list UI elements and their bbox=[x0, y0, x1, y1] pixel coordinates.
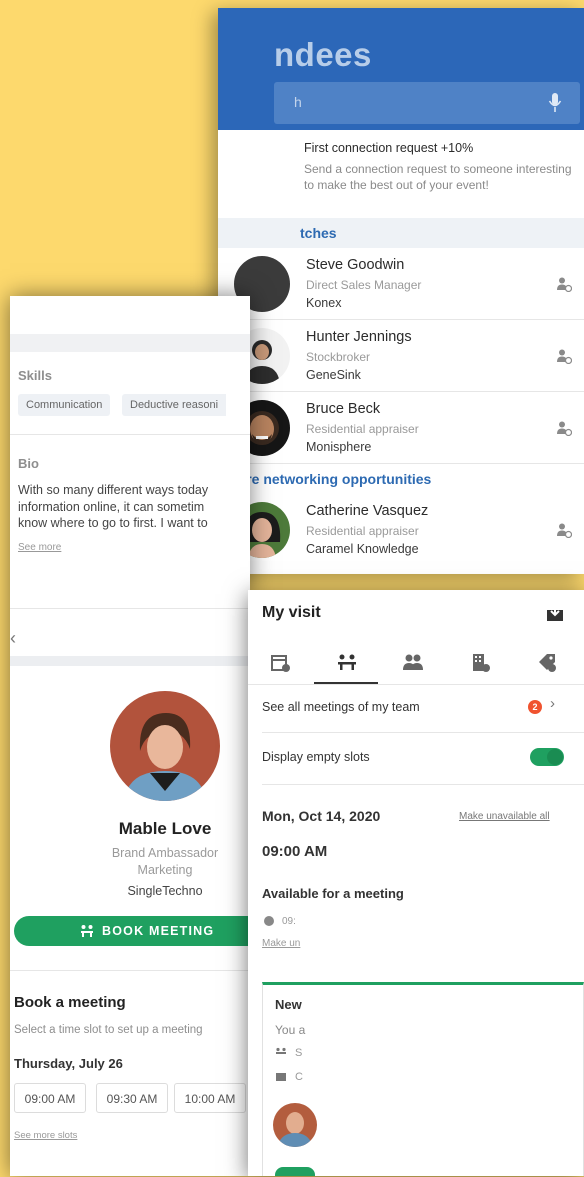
avatar bbox=[110, 691, 220, 801]
my-visit-panel: My visit See all meetings of my team 2 ›… bbox=[248, 590, 584, 1176]
available-label: Available for a meeting bbox=[262, 886, 404, 901]
meeting-icon bbox=[276, 1047, 286, 1054]
skills-label: Skills bbox=[18, 368, 52, 383]
connect-user-icon[interactable] bbox=[556, 348, 572, 364]
meeting-icon bbox=[81, 925, 93, 937]
chevron-right-icon[interactable]: › bbox=[550, 695, 555, 712]
section-matches-label: tches bbox=[300, 225, 337, 241]
attendee-company: Konex bbox=[306, 296, 342, 310]
search-input[interactable]: h bbox=[274, 82, 580, 124]
list-item[interactable]: Hunter Jennings Stockbroker GeneSink bbox=[218, 320, 584, 392]
bio-line: know where to go to first. I want to bbox=[18, 516, 208, 530]
profile-role: Brand Ambassador bbox=[111, 846, 219, 860]
divider bbox=[10, 608, 250, 609]
toggle-knob bbox=[547, 749, 563, 765]
tab-tag-icon[interactable] bbox=[536, 652, 558, 674]
promo-text-line-2: to make the best out of your event! bbox=[304, 178, 489, 192]
visit-time: 09:00 AM bbox=[262, 843, 328, 860]
attendee-job: Residential appraiser bbox=[306, 524, 419, 538]
new-meeting-card[interactable]: New You a S C bbox=[262, 982, 584, 1176]
new-meeting-text: You a bbox=[275, 1023, 306, 1037]
bio-text: With so many different ways today inform… bbox=[18, 482, 250, 532]
divider bbox=[248, 684, 584, 685]
top-divider bbox=[10, 334, 250, 352]
attendees-header: ndees h bbox=[218, 8, 584, 130]
attendee-company: GeneSink bbox=[306, 368, 361, 382]
attendee-name: Catherine Vasquez bbox=[306, 503, 429, 519]
search-placeholder: h bbox=[294, 94, 302, 110]
section-more-opportunities: More networking opportunities bbox=[218, 464, 584, 494]
attendee-company: Caramel Knowledge bbox=[306, 542, 419, 556]
attendee-name: Hunter Jennings bbox=[306, 329, 412, 345]
profile-name: Mable Love bbox=[118, 819, 212, 838]
available-time: 09: bbox=[282, 916, 296, 927]
profile-panel: Skills Communication Deductive reasoni B… bbox=[10, 296, 250, 1176]
new-meeting-line: C bbox=[295, 1071, 303, 1083]
connect-user-icon[interactable] bbox=[556, 276, 572, 292]
section-matches: tches bbox=[218, 218, 584, 248]
visit-date: Mon, Oct 14, 2020 bbox=[262, 808, 381, 824]
attendees-title: ndees bbox=[274, 36, 372, 73]
promo-text-line-1: Send a connection request to someone int… bbox=[304, 162, 572, 176]
divider bbox=[10, 434, 250, 435]
attendees-panel: ndees h First connection request +10% Se… bbox=[218, 8, 584, 574]
book-meeting-title: Book a meeting bbox=[14, 994, 126, 1011]
connection-promo[interactable]: First connection request +10% Send a con… bbox=[304, 141, 574, 193]
bio-label: Bio bbox=[18, 456, 39, 471]
new-meeting-line: S bbox=[295, 1047, 303, 1059]
book-meeting-button[interactable]: BOOK MEETING bbox=[14, 916, 250, 946]
tab-meetings-icon[interactable] bbox=[336, 652, 358, 674]
attendee-name: Bruce Beck bbox=[306, 401, 381, 417]
divider bbox=[10, 970, 250, 971]
chevron-left-icon[interactable]: ‹ bbox=[10, 628, 16, 649]
download-icon[interactable] bbox=[546, 604, 564, 622]
avatar bbox=[273, 1103, 317, 1147]
promo-title: First connection request +10% bbox=[304, 141, 474, 155]
divider bbox=[262, 784, 584, 785]
list-item[interactable]: Catherine Vasquez Residential appraiser … bbox=[218, 494, 584, 566]
book-meeting-day: Thursday, July 26 bbox=[14, 1056, 123, 1071]
clock-icon bbox=[264, 916, 274, 926]
connect-user-icon[interactable] bbox=[556, 522, 572, 538]
see-more-link[interactable]: See more bbox=[18, 542, 61, 553]
attendee-name: Steve Goodwin bbox=[306, 257, 405, 273]
empty-slots-toggle[interactable] bbox=[530, 748, 564, 766]
time-slot-button[interactable]: 09:00 AM bbox=[14, 1083, 86, 1113]
notification-badge: 2 bbox=[528, 700, 542, 714]
make-unavailable-link[interactable]: Make unavailable all bbox=[459, 811, 550, 822]
profile-department: Marketing bbox=[137, 863, 193, 877]
skill-chip: Communication bbox=[18, 394, 111, 416]
book-meeting-label: BOOK MEETING bbox=[102, 924, 215, 938]
tab-building-icon[interactable] bbox=[470, 652, 492, 674]
bio-line: With so many different ways today bbox=[18, 483, 209, 497]
list-item[interactable]: Bruce Beck Residential appraiser Monisph… bbox=[218, 392, 584, 464]
new-meeting-title: New bbox=[275, 997, 302, 1012]
attendee-job: Residential appraiser bbox=[306, 422, 419, 436]
tab-people-icon[interactable] bbox=[402, 652, 424, 674]
time-slot-button[interactable]: 10:00 AM bbox=[174, 1083, 246, 1113]
section-divider bbox=[10, 656, 250, 666]
bio-line: information online, it can sometim bbox=[18, 499, 205, 514]
time-slot-button[interactable]: 09:30 AM bbox=[96, 1083, 168, 1113]
profile-company: SingleTechno bbox=[127, 884, 203, 898]
section-more-label: More networking opportunities bbox=[226, 471, 432, 487]
divider bbox=[262, 732, 584, 733]
microphone-icon[interactable] bbox=[548, 92, 562, 114]
accept-button[interactable] bbox=[275, 1167, 315, 1176]
location-icon bbox=[276, 1073, 286, 1081]
attendee-job: Direct Sales Manager bbox=[306, 278, 422, 292]
my-visit-title: My visit bbox=[262, 604, 321, 621]
skill-chip: Deductive reasoni bbox=[122, 394, 227, 416]
connect-user-icon[interactable] bbox=[556, 420, 572, 436]
tab-calendar-icon[interactable] bbox=[270, 652, 292, 674]
attendee-company: Monisphere bbox=[306, 440, 372, 454]
book-meeting-subtitle: Select a time slot to set up a meeting bbox=[14, 1024, 203, 1036]
attendee-job: Stockbroker bbox=[306, 350, 371, 364]
see-more-slots-link[interactable]: See more slots bbox=[14, 1130, 77, 1141]
list-item[interactable]: Steve Goodwin Direct Sales Manager Konex bbox=[218, 248, 584, 320]
make-unavailable-short-link[interactable]: Make un bbox=[262, 938, 300, 949]
